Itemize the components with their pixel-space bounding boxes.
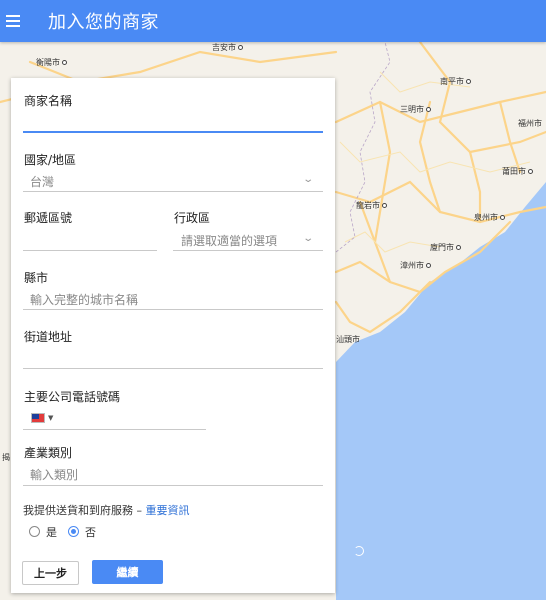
minor-road <box>344 231 441 253</box>
phone-input[interactable] <box>23 429 206 430</box>
taiwan-flag-icon[interactable] <box>31 413 45 423</box>
category-input[interactable]: 輸入類別 <box>30 466 78 483</box>
road <box>373 100 392 244</box>
business-name-label: 商家名稱 <box>24 94 73 108</box>
chevron-down-icon[interactable]: ⌄ <box>302 233 314 244</box>
postal-code-label: 郵遞區號 <box>24 211 73 225</box>
country-underline <box>23 191 323 192</box>
map-label: 揭 <box>2 453 10 462</box>
road <box>334 90 546 124</box>
delivery-yes-radio[interactable] <box>29 526 40 537</box>
back-button[interactable]: 上一步 <box>22 561 79 585</box>
district-select[interactable]: 請選取適當的選項 <box>181 232 277 249</box>
country-label: 國家/地區 <box>24 153 77 167</box>
road <box>334 260 392 284</box>
delivery-question-text: 我提供送貨和到府服務 – <box>23 504 146 517</box>
add-business-form: 商家名稱 國家/地區 台灣 ⌄ 郵遞區號 行政區 請選取適當的選項 ⌄ 縣市 輸… <box>11 78 335 593</box>
map-label: 福州市 <box>518 119 542 128</box>
important-info-link[interactable]: 重要資訊 <box>146 504 190 517</box>
page-title: 加入您的商家 <box>48 12 159 33</box>
map-label: 漳州市 <box>400 260 431 271</box>
city-input[interactable]: 輸入完整的城市名稱 <box>30 291 138 308</box>
street-input[interactable] <box>23 368 323 369</box>
chevron-down-icon[interactable]: ⌄ <box>302 174 314 185</box>
district-underline <box>173 250 323 251</box>
map-label: 南平市 <box>440 76 471 87</box>
business-name-input[interactable] <box>23 131 323 133</box>
category-label: 產業類別 <box>24 446 73 460</box>
road <box>498 100 522 174</box>
postal-code-input[interactable] <box>23 250 157 251</box>
delivery-yes-label: 是 <box>46 526 57 539</box>
hamburger-menu-icon[interactable] <box>6 0 32 42</box>
district-label: 行政區 <box>174 211 211 225</box>
continue-button[interactable]: 繼續 <box>92 560 163 584</box>
delivery-no-label: 否 <box>85 526 96 539</box>
caret-down-icon[interactable]: ▼ <box>48 414 53 422</box>
loading-spinner-icon <box>354 546 364 556</box>
city-label: 縣市 <box>24 271 49 285</box>
map-label: 泉州市 <box>474 212 505 223</box>
map-label: 吉安市 <box>212 42 243 53</box>
delivery-question: 我提供送貨和到府服務 – 重要資訊 <box>23 502 190 518</box>
map-label: 廈門市 <box>430 242 461 253</box>
category-underline <box>23 485 323 486</box>
map-label: 莆田市 <box>502 166 533 177</box>
delivery-no-radio[interactable] <box>68 526 79 537</box>
phone-label: 主要公司電話號碼 <box>24 390 121 404</box>
street-label: 街道地址 <box>24 330 73 344</box>
map-label: 汕頭市 <box>336 335 360 344</box>
map-label: 衡陽市 <box>36 57 67 68</box>
map-label: 三明市 <box>400 104 431 115</box>
map-label: 龍岩市 <box>356 200 387 211</box>
app-bar: 加入您的商家 <box>0 0 546 42</box>
country-select[interactable]: 台灣 <box>30 173 54 190</box>
city-underline <box>23 309 323 310</box>
